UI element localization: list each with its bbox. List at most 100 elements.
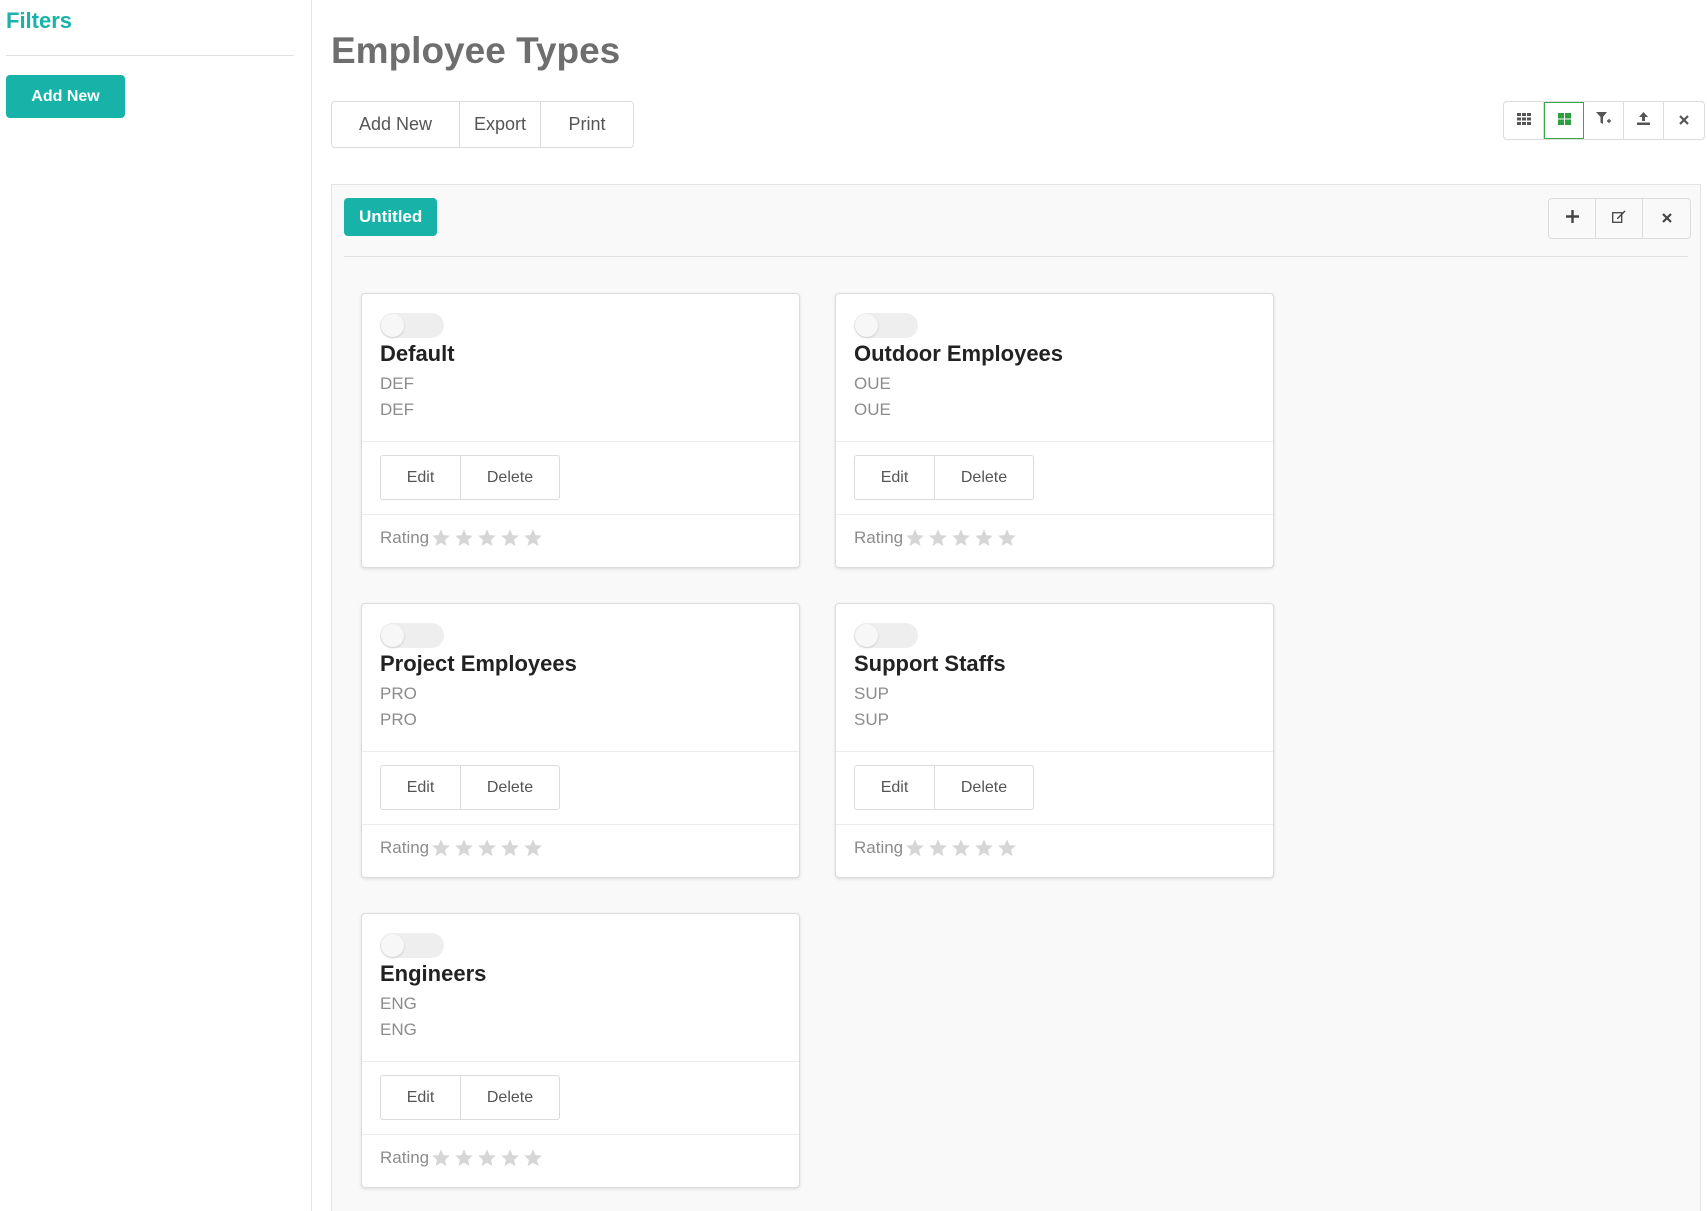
star-icon[interactable] — [454, 838, 474, 858]
star-icon[interactable] — [928, 528, 948, 548]
star-icon[interactable] — [523, 838, 543, 858]
card-short-code: DEF — [380, 400, 414, 419]
edit-button[interactable]: Edit — [381, 1076, 461, 1119]
board-tools — [1548, 198, 1691, 239]
card-code: SUP — [854, 684, 889, 703]
board-group-tag[interactable]: Untitled — [344, 198, 438, 236]
card-actions: Edit Delete — [380, 455, 560, 500]
star-icon[interactable] — [905, 528, 925, 548]
delete-button[interactable]: Delete — [935, 456, 1033, 499]
card-short-code: SUP — [854, 710, 889, 729]
edit-button[interactable]: Edit — [381, 456, 461, 499]
enable-toggle[interactable] — [380, 313, 444, 338]
star-icon[interactable] — [500, 838, 520, 858]
edit-group-button[interactable] — [1596, 199, 1643, 238]
edit-button[interactable]: Edit — [855, 766, 935, 809]
star-icon[interactable] — [974, 528, 994, 548]
star-icon[interactable] — [997, 528, 1017, 548]
rating-label: Rating — [854, 528, 904, 547]
delete-button[interactable]: Delete — [935, 766, 1033, 809]
star-icon[interactable] — [477, 838, 497, 858]
board-divider — [344, 256, 1688, 257]
plus-icon — [1565, 209, 1579, 228]
star-icon[interactable] — [500, 528, 520, 548]
view-toolbar — [1503, 101, 1705, 140]
star-icon[interactable] — [454, 528, 474, 548]
card-divider — [362, 1061, 799, 1062]
card-title: Engineers — [380, 961, 487, 986]
export-button[interactable]: Export — [460, 102, 541, 147]
toggle-knob — [855, 314, 878, 337]
employee-type-card: Support Staffs SUP SUP Edit Delete Ratin… — [835, 603, 1274, 878]
card-title: Project Employees — [380, 651, 577, 676]
star-icon[interactable] — [431, 838, 451, 858]
card-divider — [362, 441, 799, 442]
star-icon[interactable] — [951, 838, 971, 858]
rating: Rating — [380, 1148, 546, 1168]
action-button-group: Add New Export Print — [331, 101, 634, 148]
upload-button[interactable] — [1624, 102, 1664, 139]
star-icon[interactable] — [951, 528, 971, 548]
card-code: PRO — [380, 684, 417, 703]
toggle-knob — [855, 624, 878, 647]
edit-icon — [1612, 210, 1626, 228]
card-code: ENG — [380, 994, 417, 1013]
toggle-knob — [381, 934, 404, 957]
card-short-code: ENG — [380, 1020, 417, 1039]
card-divider — [836, 751, 1273, 752]
rating: Rating — [854, 528, 1020, 548]
star-icon[interactable] — [997, 838, 1017, 858]
star-icon[interactable] — [523, 1148, 543, 1168]
close-icon — [1661, 210, 1672, 228]
page-title: Employee Types — [331, 30, 621, 71]
card-actions: Edit Delete — [380, 1075, 560, 1120]
edit-button[interactable]: Edit — [855, 456, 935, 499]
sidebar-add-new-button[interactable]: Add New — [6, 75, 125, 118]
card-divider — [362, 1134, 799, 1135]
rating: Rating — [380, 528, 546, 548]
card-actions: Edit Delete — [380, 765, 560, 810]
upload-icon — [1637, 111, 1650, 130]
star-icon[interactable] — [431, 528, 451, 548]
star-icon[interactable] — [974, 838, 994, 858]
enable-toggle[interactable] — [380, 933, 444, 958]
star-icon[interactable] — [431, 1148, 451, 1168]
star-icon[interactable] — [454, 1148, 474, 1168]
star-icon[interactable] — [477, 1148, 497, 1168]
card-divider — [836, 514, 1273, 515]
card-grid-icon — [1557, 112, 1571, 130]
list-grid-view-button[interactable] — [1504, 102, 1544, 139]
card-code: DEF — [380, 374, 414, 393]
toggle-knob — [381, 624, 404, 647]
star-icon[interactable] — [928, 838, 948, 858]
enable-toggle[interactable] — [380, 623, 444, 648]
card-short-code: OUE — [854, 400, 891, 419]
filters-sidebar: Filters Add New — [0, 0, 312, 1211]
delete-button[interactable]: Delete — [461, 1076, 559, 1119]
card-divider — [836, 441, 1273, 442]
list-grid-icon — [1516, 112, 1531, 130]
remove-group-button[interactable] — [1643, 199, 1690, 238]
star-icon[interactable] — [905, 838, 925, 858]
add-group-button[interactable] — [1549, 199, 1596, 238]
card-short-code: PRO — [380, 710, 417, 729]
add-new-button[interactable]: Add New — [332, 102, 460, 147]
employee-type-card: Project Employees PRO PRO Edit Delete Ra… — [361, 603, 800, 878]
card-title: Support Staffs — [854, 651, 1006, 676]
edit-button[interactable]: Edit — [381, 766, 461, 809]
delete-button[interactable]: Delete — [461, 766, 559, 809]
close-view-button[interactable] — [1664, 102, 1704, 139]
card-title: Default — [380, 341, 455, 366]
card-code: OUE — [854, 374, 891, 393]
kanban-board: Untitled Default DEF DEF Edit Delete Rat… — [331, 184, 1701, 1211]
star-icon[interactable] — [477, 528, 497, 548]
star-icon[interactable] — [523, 528, 543, 548]
print-button[interactable]: Print — [541, 102, 633, 147]
star-icon[interactable] — [500, 1148, 520, 1168]
enable-toggle[interactable] — [854, 623, 918, 648]
enable-toggle[interactable] — [854, 313, 918, 338]
filter-add-button[interactable] — [1584, 102, 1624, 139]
employee-type-card: Default DEF DEF Edit Delete Rating — [361, 293, 800, 568]
card-grid-view-button[interactable] — [1544, 102, 1584, 139]
delete-button[interactable]: Delete — [461, 456, 559, 499]
